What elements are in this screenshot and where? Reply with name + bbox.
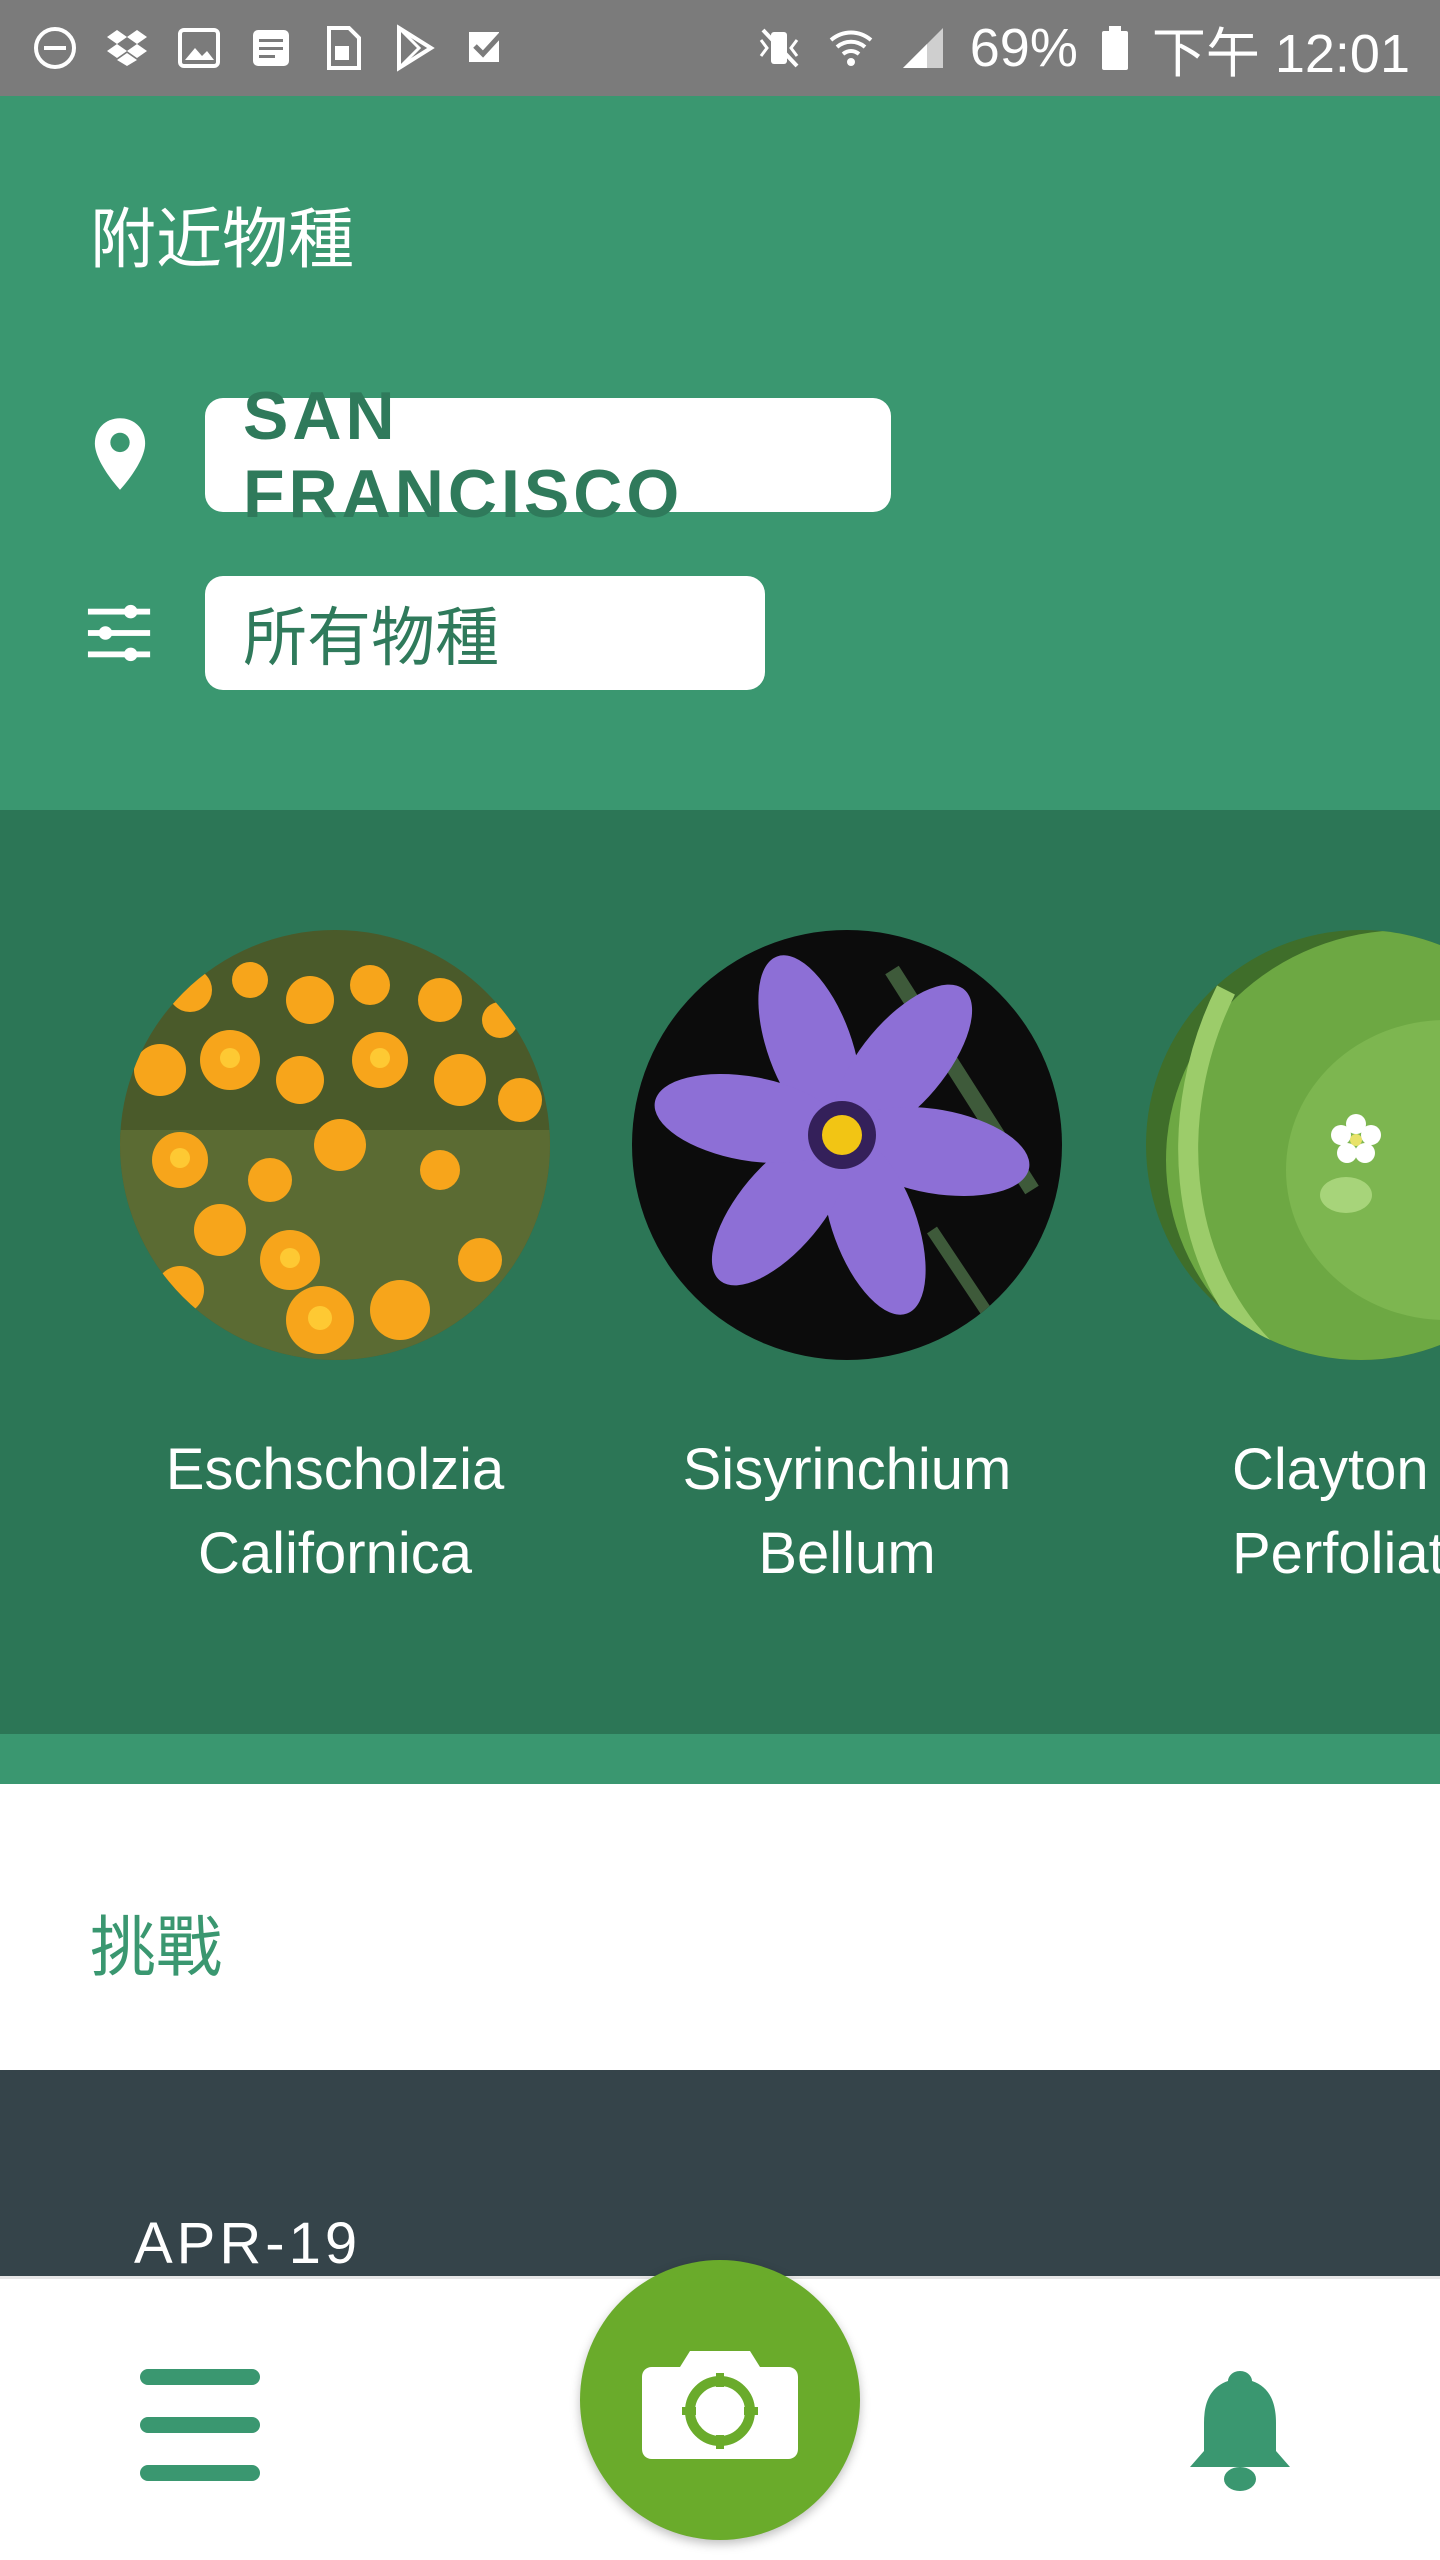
do-not-disturb-icon — [30, 23, 80, 73]
challenges-title: 挑戰 — [90, 1909, 222, 1986]
challenge-card[interactable]: APR-19 — [0, 2070, 1440, 2280]
challenge-date: APR-19 — [134, 2211, 362, 2276]
species-photo-miners-lettuce — [1146, 930, 1440, 1360]
mute-icon — [754, 23, 804, 73]
nearby-species-header: 附近物種 SAN FRANCISCO 所有物種 — [0, 96, 1440, 810]
dropbox-icon — [102, 23, 152, 73]
location-pill[interactable]: SAN FRANCISCO — [205, 378, 891, 532]
species-name-line2: Californica — [198, 1521, 472, 1586]
check-icon — [462, 23, 512, 73]
nearby-species-carousel[interactable]: Eschscholzia Californica Sisyrinchium Be… — [0, 810, 1440, 1734]
status-left-icons — [30, 23, 512, 73]
species-name-line1: Eschscholzia — [165, 1437, 505, 1502]
species-card[interactable]: Eschscholzia Californica — [120, 930, 550, 1596]
signal-icon — [898, 23, 948, 73]
species-card[interactable]: Sisyrinchium Bellum — [632, 930, 1062, 1596]
sliders-icon — [85, 598, 155, 668]
sim-icon — [318, 23, 368, 73]
location-pin-icon — [85, 418, 155, 490]
notes-icon — [246, 23, 296, 73]
species-name-line1: Sisyrinchium — [682, 1437, 1012, 1502]
species-card[interactable]: Clayton Perfoliat — [1146, 930, 1440, 1596]
species-name: Sisyrinchium Bellum — [632, 1428, 1062, 1596]
species-photo-blue-eyed-grass — [632, 930, 1062, 1360]
battery-percent: 69% — [969, 18, 1078, 78]
camera-button[interactable] — [580, 2260, 860, 2540]
play-store-icon — [390, 23, 440, 73]
species-filter-pill[interactable]: 所有物種 — [205, 576, 765, 690]
species-name: Clayton Perfoliat — [1146, 1428, 1440, 1596]
species-filter-row[interactable]: 所有物種 — [85, 576, 765, 690]
menu-icon[interactable] — [140, 2369, 260, 2481]
species-name-line2: Bellum — [758, 1521, 936, 1586]
image-icon — [174, 23, 224, 73]
location-filter-row[interactable]: SAN FRANCISCO — [85, 378, 891, 532]
species-name: Eschscholzia Californica — [120, 1428, 550, 1596]
species-name-line2: Perfoliat — [1232, 1521, 1440, 1586]
species-photo-poppy — [120, 930, 550, 1360]
camera-icon — [640, 2333, 800, 2467]
status-right: 69% 下午 12:01 — [754, 9, 1410, 88]
wifi-icon — [826, 23, 876, 73]
challenges-section: 挑戰 — [0, 1784, 1440, 2070]
species-name-line1: Clayton — [1232, 1437, 1429, 1502]
battery-icon — [1100, 23, 1130, 73]
notifications-bell-icon[interactable] — [1180, 2363, 1300, 2493]
status-bar: 69% 下午 12:01 — [0, 0, 1440, 96]
section-divider — [0, 1734, 1440, 1784]
clock: 下午 12:01 — [1151, 23, 1410, 84]
page-title: 附近物種 — [90, 201, 354, 278]
